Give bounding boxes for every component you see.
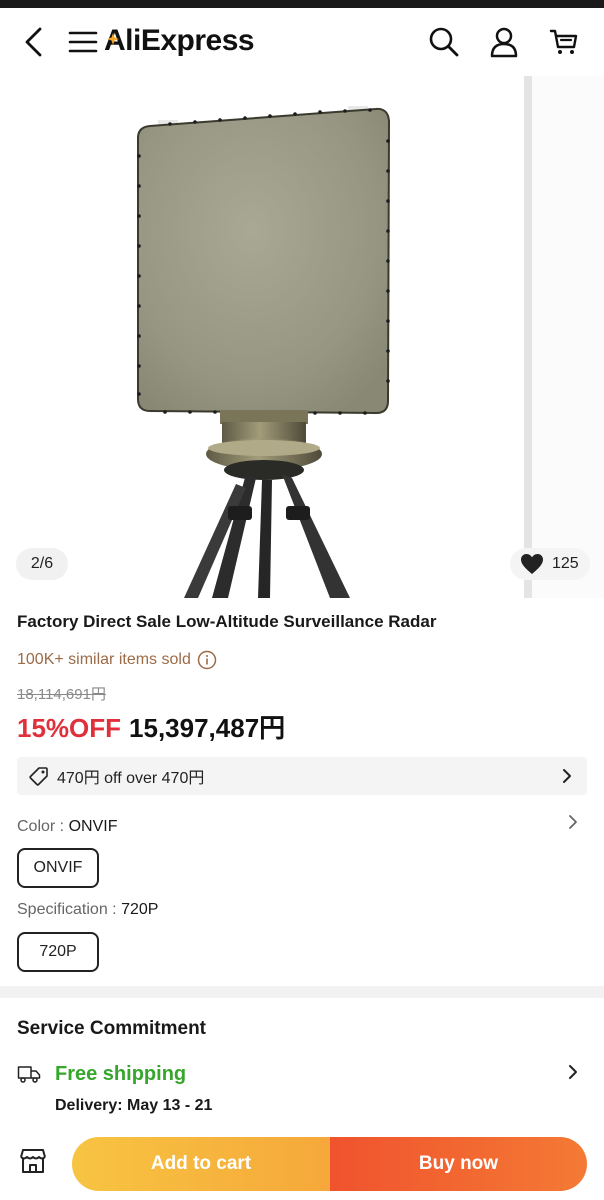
image-counter: 2/6 xyxy=(16,548,68,580)
sold-text: 100K+ similar items sold xyxy=(17,651,191,668)
wishlist-count: 125 xyxy=(552,555,579,572)
status-strip xyxy=(0,0,604,8)
chevron-left-icon xyxy=(25,27,42,57)
discount-badge: 15%OFF xyxy=(17,713,122,743)
price-row: 15%OFF 15,397,487円 xyxy=(17,708,285,745)
cart-button[interactable] xyxy=(544,22,584,62)
color-option-onvif[interactable]: ONVIF xyxy=(17,848,99,888)
color-selected-value: ONVIF xyxy=(68,818,118,835)
bottom-action-bar: Add to cart Buy now xyxy=(0,1128,604,1200)
next-image-preview[interactable] xyxy=(532,76,604,598)
menu-button[interactable] xyxy=(64,22,102,62)
product-image[interactable] xyxy=(0,76,524,598)
search-icon xyxy=(429,27,459,57)
delivery-dates: Delivery: May 13 - 21 xyxy=(55,1097,213,1114)
original-price: 18,114,691円 xyxy=(17,686,106,703)
coupon-banner[interactable]: 470円 off over 470円 xyxy=(17,757,587,795)
aliexpress-logo[interactable]: AliExpress xyxy=(104,24,255,58)
section-divider xyxy=(0,986,604,998)
add-to-cart-button[interactable]: Add to cart xyxy=(72,1137,330,1191)
cart-icon xyxy=(549,29,578,54)
info-icon[interactable] xyxy=(197,650,217,670)
buy-now-button[interactable]: Buy now xyxy=(330,1137,587,1191)
user-icon xyxy=(490,27,518,58)
coupon-text: 470円 off over 470円 xyxy=(57,770,205,787)
service-commitment-title: Service Commitment xyxy=(17,1018,207,1039)
chevron-right-icon xyxy=(563,769,571,783)
current-price: 15,397,487円 xyxy=(129,713,286,743)
wishlist-button[interactable]: 125 xyxy=(510,548,590,580)
sold-count: 100K+ similar items sold xyxy=(17,650,217,670)
sku-chevron-right-icon[interactable] xyxy=(566,812,580,832)
back-button[interactable] xyxy=(14,22,54,62)
specification-label: Specification : 720P xyxy=(17,901,159,918)
coupon-tag-icon xyxy=(29,767,48,786)
gallery-divider xyxy=(524,76,532,598)
color-label: Color : ONVIF xyxy=(17,818,118,835)
spec-option-720p[interactable]: 720P xyxy=(17,932,99,972)
search-button[interactable] xyxy=(424,22,464,62)
radar-image xyxy=(137,106,391,598)
menu-icon xyxy=(68,31,98,53)
truck-icon xyxy=(17,1066,41,1083)
account-button[interactable] xyxy=(484,22,524,62)
service-chevron-right-icon[interactable] xyxy=(566,1062,580,1082)
logo-star-icon xyxy=(107,33,119,45)
store-button[interactable] xyxy=(16,1144,50,1178)
free-shipping[interactable]: Free shipping xyxy=(55,1063,186,1086)
product-title: Factory Direct Sale Low-Altitude Surveil… xyxy=(17,612,437,631)
product-gallery[interactable]: 2/6 125 xyxy=(0,76,604,598)
spec-selected-value: 720P xyxy=(121,901,159,918)
top-header: AliExpress xyxy=(0,8,604,76)
heart-icon xyxy=(521,554,543,574)
store-icon xyxy=(20,1149,46,1173)
